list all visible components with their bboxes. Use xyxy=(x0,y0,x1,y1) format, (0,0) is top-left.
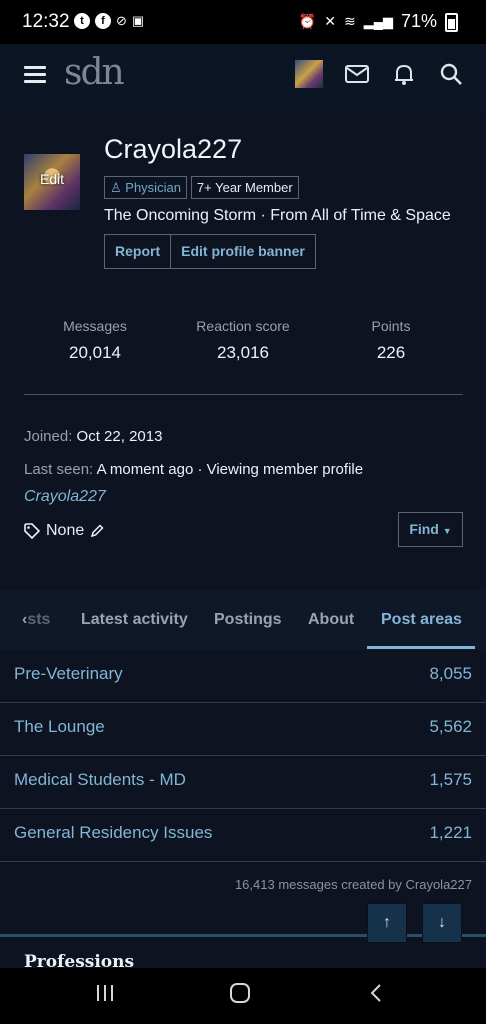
post-area-count[interactable]: 8,055 xyxy=(429,664,472,684)
post-area-count[interactable]: 1,221 xyxy=(429,823,472,843)
list-item[interactable]: The Lounge 5,562 xyxy=(0,703,486,756)
scroll-down-button[interactable]: ↓ xyxy=(422,903,462,943)
tab-postings[interactable]: Postings xyxy=(214,611,282,629)
pencil-icon[interactable] xyxy=(90,524,104,538)
profile-avatar[interactable]: Edit xyxy=(24,154,80,210)
find-label: Find xyxy=(409,521,439,537)
stat-reaction-score[interactable]: Reaction score 23,016 xyxy=(168,318,318,363)
profile-username: Crayola227 xyxy=(104,134,243,164)
alarm-icon: ⏰ xyxy=(298,13,317,29)
stat-value: 20,014 xyxy=(69,343,121,362)
tab-latest-activity[interactable]: Latest activity xyxy=(81,611,188,629)
tab-profile-posts[interactable]: sts xyxy=(27,611,50,628)
last-seen-row: Last seen: A moment ago · Viewing member… xyxy=(24,461,363,478)
tab-about[interactable]: About xyxy=(308,611,354,629)
battery-percent: 71% xyxy=(400,11,437,31)
stat-label: Reaction score xyxy=(196,318,290,334)
joined-label: Joined: xyxy=(24,428,73,445)
messages-created-note: 16,413 messages created by Crayola227 xyxy=(234,877,472,892)
post-area-name[interactable]: The Lounge xyxy=(14,717,105,737)
scroll-up-button[interactable]: ↑ xyxy=(367,903,407,943)
status-notification-icons: t f ⊘ ▣ xyxy=(74,13,144,29)
post-area-name[interactable]: Medical Students - MD xyxy=(14,770,186,790)
post-area-count[interactable]: 5,562 xyxy=(429,717,472,737)
divider xyxy=(24,394,463,395)
section-separator xyxy=(0,934,486,937)
user-icon: ♙ xyxy=(110,180,126,195)
nav-avatar[interactable] xyxy=(295,60,323,88)
post-area-name[interactable]: General Residency Issues xyxy=(14,823,212,843)
list-item[interactable]: General Residency Issues 1,221 xyxy=(0,809,486,862)
find-dropdown-button[interactable]: Find ▼ xyxy=(398,512,463,547)
system-navigation-bar xyxy=(0,968,486,1024)
menu-icon[interactable] xyxy=(24,66,46,84)
arrow-up-icon[interactable]: ↑ xyxy=(383,914,391,931)
physician-badge: ♙ Physician xyxy=(104,176,187,199)
arrow-down-icon[interactable]: ↓ xyxy=(438,914,446,931)
bell-icon[interactable] xyxy=(391,61,417,87)
joined-value: Oct 22, 2013 xyxy=(76,428,163,445)
stat-label: Points xyxy=(371,318,411,334)
mute-icon: ⊘ xyxy=(116,13,127,28)
profile-tagline: The Oncoming Storm · From All of Time & … xyxy=(104,207,451,224)
wifi-icon: ≋ xyxy=(344,13,356,29)
edit-banner-button[interactable]: Edit profile banner xyxy=(170,235,315,268)
joined-row: Joined: Oct 22, 2013 xyxy=(24,428,162,445)
list-item[interactable]: Medical Students - MD 1,575 xyxy=(0,756,486,809)
post-area-name[interactable]: Pre-Veterinary xyxy=(14,664,123,684)
member-badge: 7+ Year Member xyxy=(190,176,299,199)
stat-label: Messages xyxy=(63,318,127,334)
search-icon[interactable] xyxy=(438,61,464,87)
site-logo[interactable]: sdn xyxy=(64,52,125,93)
tabs-scroll-left[interactable]: ‹sts xyxy=(22,611,50,629)
top-navigation: sdn xyxy=(0,44,486,108)
status-right: ⏰ ✕ ≋ ▂▄▆ 71% xyxy=(299,11,458,32)
facebook-icon: f xyxy=(95,13,111,29)
report-button[interactable]: Report xyxy=(105,235,170,268)
status-time: 12:32 xyxy=(22,11,70,32)
tag-icon xyxy=(24,523,40,539)
active-tab-indicator xyxy=(367,646,475,649)
signal-icon: ▂▄▆ xyxy=(363,13,393,29)
stat-points[interactable]: Points 226 xyxy=(316,318,466,363)
post-area-count[interactable]: 1,575 xyxy=(429,770,472,790)
notification-icon: t xyxy=(74,13,90,29)
last-seen-value: A moment ago · Viewing member profile xyxy=(96,461,364,478)
stat-value: 226 xyxy=(376,343,406,362)
list-item[interactable]: Pre-Veterinary 8,055 xyxy=(0,650,486,703)
stat-value: 23,016 xyxy=(217,343,269,362)
profile-tabs: ‹sts Latest activity Postings About Post… xyxy=(0,592,486,649)
tags-row: None xyxy=(24,522,104,540)
avatar-edit-label[interactable]: Edit xyxy=(24,171,80,187)
physician-badge-label: Physician xyxy=(125,180,181,195)
tab-post-areas[interactable]: Post areas xyxy=(381,611,462,629)
back-icon[interactable] xyxy=(366,982,388,1004)
mail-icon[interactable] xyxy=(344,61,370,87)
last-seen-label: Last seen: xyxy=(24,461,94,478)
caret-down-icon: ▼ xyxy=(442,526,452,536)
status-bar: 12:32 t f ⊘ ▣ ⏰ ✕ ≋ ▂▄▆ 71% xyxy=(0,0,486,44)
vibrate-icon: ✕ xyxy=(324,13,337,29)
image-icon: ▣ xyxy=(131,13,145,28)
battery-icon xyxy=(445,13,458,32)
stat-messages[interactable]: Messages 20,014 xyxy=(20,318,170,363)
last-seen-profile-link[interactable]: Crayola227 xyxy=(24,488,106,506)
profile-actions: Report Edit profile banner xyxy=(104,234,316,269)
recent-apps-icon[interactable] xyxy=(94,982,116,1004)
home-icon[interactable] xyxy=(229,982,251,1004)
tags-value: None xyxy=(46,522,85,539)
profile-badges: ♙ Physician 7+ Year Member xyxy=(104,176,299,199)
